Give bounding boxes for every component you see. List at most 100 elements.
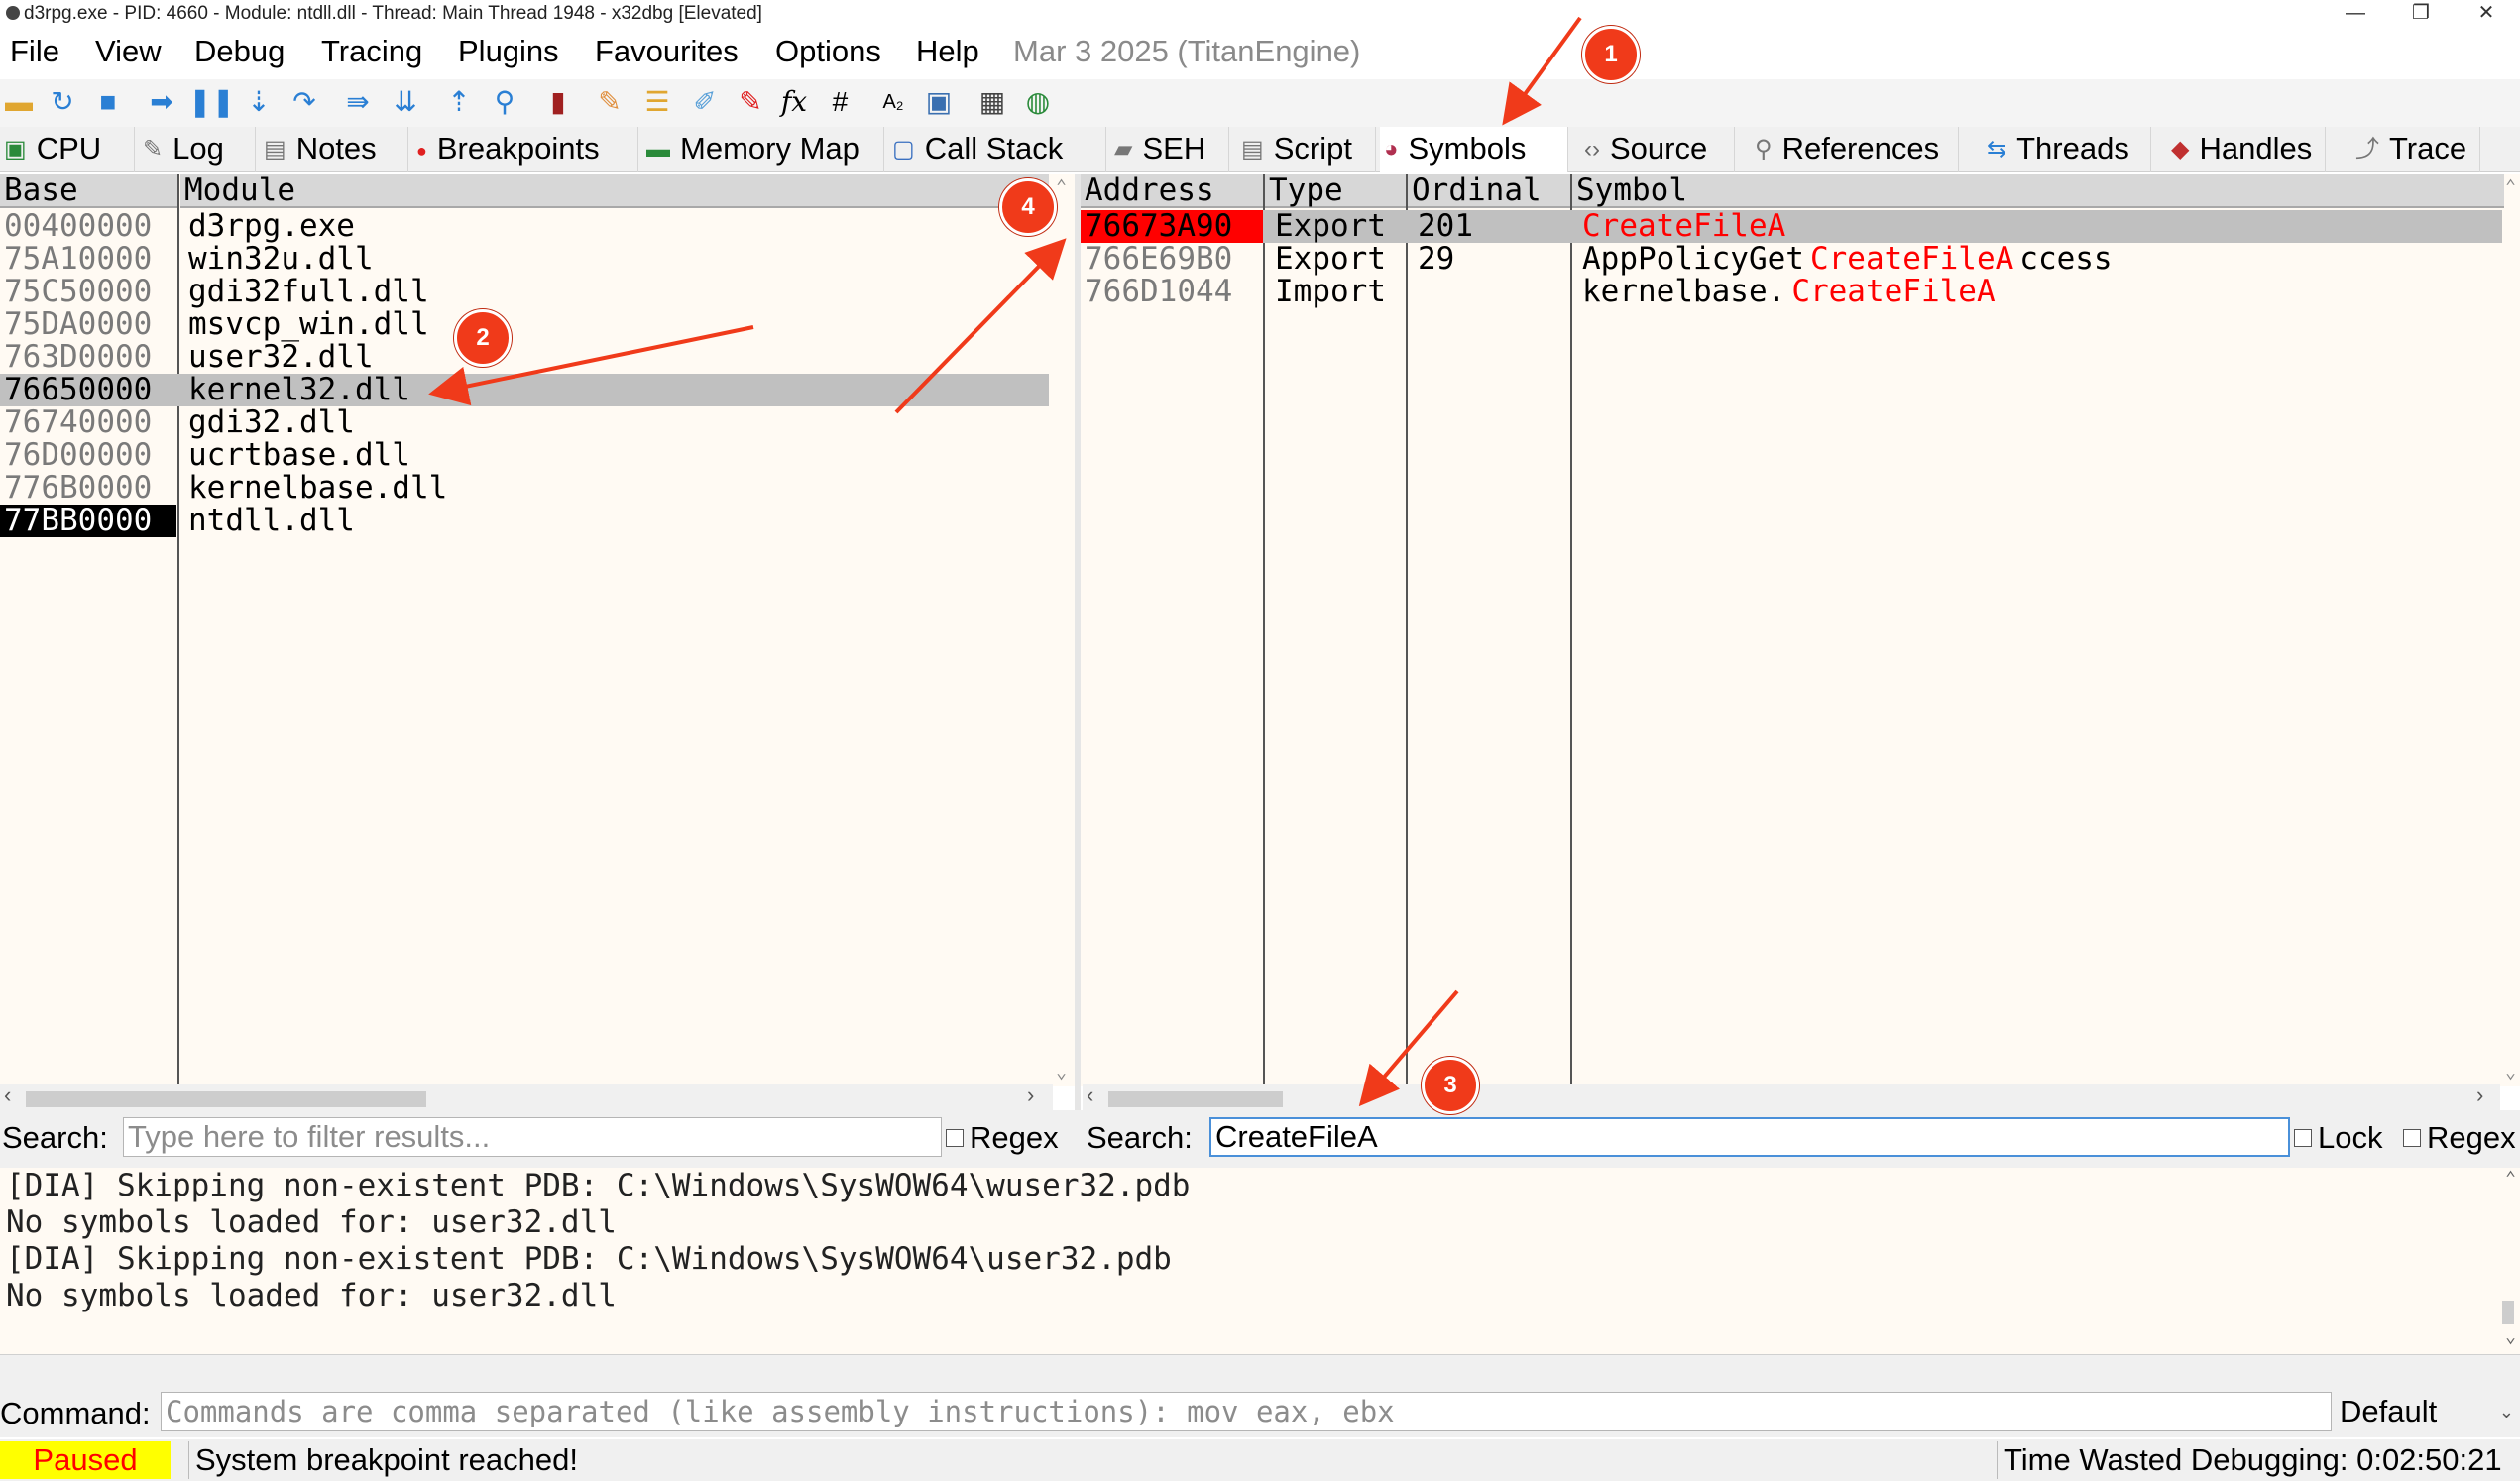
scroll-up-icon[interactable]: ⌃	[2505, 176, 2516, 197]
trace-over-icon[interactable]: ⇊	[389, 85, 422, 119]
font-icon[interactable]: A₂	[876, 85, 910, 119]
menu-help[interactable]: Help	[916, 34, 979, 69]
command-input[interactable]	[161, 1392, 2332, 1431]
module-row-selected[interactable]: 76650000 kernel32.dll	[0, 374, 1049, 406]
module-row[interactable]: 75C50000 gdi32full.dll	[0, 276, 1049, 308]
execute-till-return-icon[interactable]: ⇡	[442, 85, 476, 119]
module-row[interactable]: 75DA0000 msvcp_win.dll	[0, 308, 1049, 341]
scroll-left-icon[interactable]: ‹	[1087, 1082, 1093, 1108]
module-row[interactable]: 76740000 gdi32.dll	[0, 406, 1049, 439]
modules-list[interactable]: Base Module ⌃ ⌄ 00400000 d3rpg.exe 75A100…	[0, 174, 1075, 1086]
step-into-icon[interactable]: ⇣	[242, 85, 276, 119]
tab-call-stack[interactable]: ▢ Call Stack	[888, 127, 1106, 172]
run-icon[interactable]: ➡	[145, 85, 178, 119]
command-mode-select[interactable]: Default ⌄	[2336, 1392, 2520, 1431]
scroll-down-icon[interactable]: ⌄	[2505, 1062, 2516, 1082]
run-to-user-code-icon[interactable]: ⚲	[488, 85, 521, 119]
restore-button[interactable]: ❐	[2389, 0, 2453, 28]
calculator-icon[interactable]: ▦	[975, 85, 1009, 119]
column-address-header[interactable]: Address	[1081, 174, 1263, 208]
module-base: 77BB0000	[0, 505, 176, 537]
scroll-up-icon[interactable]: ⌃	[1056, 176, 1067, 197]
annotation-marker-4: 4	[999, 178, 1057, 236]
module-row[interactable]: 763D0000 user32.dll	[0, 341, 1049, 374]
module-row[interactable]: 776B0000 kernelbase.dll	[0, 472, 1049, 505]
scroll-left-icon[interactable]: ‹	[4, 1082, 11, 1108]
scroll-down-icon[interactable]: ⌄	[2505, 1326, 2516, 1347]
tab-trace[interactable]: ⤴ Trace	[2351, 127, 2480, 172]
hash-icon[interactable]: #	[823, 85, 857, 119]
symbols-regex-checkbox[interactable]: Regex	[2403, 1120, 2516, 1156]
tab-memory-map[interactable]: ▬ Memory Map	[642, 127, 884, 172]
tab-seh[interactable]: ▰ SEH	[1110, 127, 1229, 172]
scroll-right-icon[interactable]: ›	[2476, 1082, 2483, 1108]
column-type-header[interactable]: Type	[1265, 174, 1406, 208]
tab-references[interactable]: ⚲ References	[1751, 127, 1959, 172]
tab-symbols[interactable]: ◕ Symbols	[1380, 127, 1568, 172]
open-icon[interactable]: ▬	[2, 85, 36, 119]
tab-cpu[interactable]: ▣ CPU	[0, 127, 135, 172]
scroll-right-icon[interactable]: ›	[1027, 1082, 1034, 1108]
pause-icon[interactable]: ❚❚	[188, 85, 235, 119]
tab-notes[interactable]: ▤ Notes	[260, 127, 408, 172]
tab-handles[interactable]: ◆ Handles	[2167, 127, 2326, 172]
tab-script[interactable]: ▤ Script	[1237, 127, 1376, 172]
comments-icon[interactable]: ☰	[640, 85, 674, 119]
modules-hscrollbar[interactable]: ‹ ›	[0, 1082, 1053, 1110]
tab-breakpoints[interactable]: ● Breakpoints	[412, 127, 638, 172]
tab-threads[interactable]: ⇆ Threads	[1983, 127, 2151, 172]
module-row[interactable]: 00400000 d3rpg.exe	[0, 210, 1049, 243]
log-icon: ✎	[143, 136, 164, 163]
menu-file[interactable]: File	[10, 34, 59, 69]
column-ordinal-header[interactable]: Ordinal	[1408, 174, 1570, 208]
trace-into-icon[interactable]: ⇛	[341, 85, 375, 119]
menu-options[interactable]: Options	[775, 34, 881, 69]
module-row-current[interactable]: 77BB0000 ntdll.dll	[0, 505, 1049, 537]
symbols-lock-checkbox[interactable]: Lock	[2294, 1120, 2382, 1156]
symbols-search-input[interactable]	[1209, 1117, 2290, 1157]
close-button[interactable]: ✕	[2455, 0, 2518, 28]
globe-icon[interactable]: ◍	[1021, 85, 1055, 119]
module-name: kernel32.dll	[188, 372, 410, 407]
bookmarks-icon[interactable]: ✎	[734, 85, 767, 119]
log-view[interactable]: [DIA] Skipping non-existent PDB: C:\Wind…	[0, 1168, 2520, 1354]
modules-regex-checkbox[interactable]: Regex	[946, 1120, 1059, 1156]
column-symbol-header[interactable]: Symbol	[1572, 174, 2504, 208]
stop-icon[interactable]: ■	[91, 85, 125, 119]
scroll-down-icon[interactable]: ⌄	[1056, 1062, 1067, 1082]
column-base-header[interactable]: Base	[0, 174, 178, 208]
scroll-up-icon[interactable]: ⌃	[2505, 1168, 2516, 1189]
scrollbar-thumb[interactable]	[26, 1091, 426, 1107]
symbols-hscrollbar[interactable]: ‹ ›	[1083, 1082, 2500, 1110]
symbol-row[interactable]: 766D1044 Import kernelbase. CreateFileA	[1081, 276, 2502, 308]
step-over-icon[interactable]: ↷	[287, 85, 321, 119]
modules-search-input[interactable]	[123, 1117, 942, 1157]
symbol-suffix: ccess	[2019, 241, 2113, 277]
scylla-icon[interactable]: ▮	[541, 85, 575, 119]
tab-log[interactable]: ✎ Log	[139, 127, 256, 172]
restart-icon[interactable]: ↻	[46, 85, 79, 119]
menu-view[interactable]: View	[95, 34, 162, 69]
module-name: msvcp_win.dll	[188, 306, 429, 342]
symbol-row-selected[interactable]: 76673A90 Export 201 CreateFileA	[1081, 210, 2502, 243]
functions-icon[interactable]: fx	[777, 85, 811, 119]
symbols-list[interactable]: Address Type Ordinal Symbol ⌃ ⌄ 76673A90…	[1081, 174, 2520, 1086]
menu-tracing[interactable]: Tracing	[321, 34, 422, 69]
menu-debug[interactable]: Debug	[194, 34, 285, 69]
module-row[interactable]: 76D00000 ucrtbase.dll	[0, 439, 1049, 472]
labels-icon[interactable]: ✐	[688, 85, 722, 119]
symbol-row[interactable]: 766E69B0 Export 29 AppPolicyGet CreateFil…	[1081, 243, 2502, 276]
menu-favourites[interactable]: Favourites	[595, 34, 739, 69]
tab-source[interactable]: ‹› Source	[1580, 127, 1735, 172]
minimize-button[interactable]: —	[2324, 0, 2387, 28]
symbol-prefix: AppPolicyGet	[1582, 241, 1804, 277]
log-scrollbar-thumb[interactable]	[2502, 1301, 2514, 1324]
menu-plugins[interactable]: Plugins	[458, 34, 559, 69]
patch-icon[interactable]: ✎	[593, 85, 627, 119]
scrollbar-thumb[interactable]	[1108, 1091, 1283, 1107]
column-module-header[interactable]: Module	[180, 174, 1049, 208]
memory-icon[interactable]: ▣	[922, 85, 956, 119]
symbol-address: 766D1044	[1085, 274, 1233, 309]
symbol-name: AppPolicyGet CreateFileA ccess	[1578, 243, 2113, 276]
module-row[interactable]: 75A10000 win32u.dll	[0, 243, 1049, 276]
